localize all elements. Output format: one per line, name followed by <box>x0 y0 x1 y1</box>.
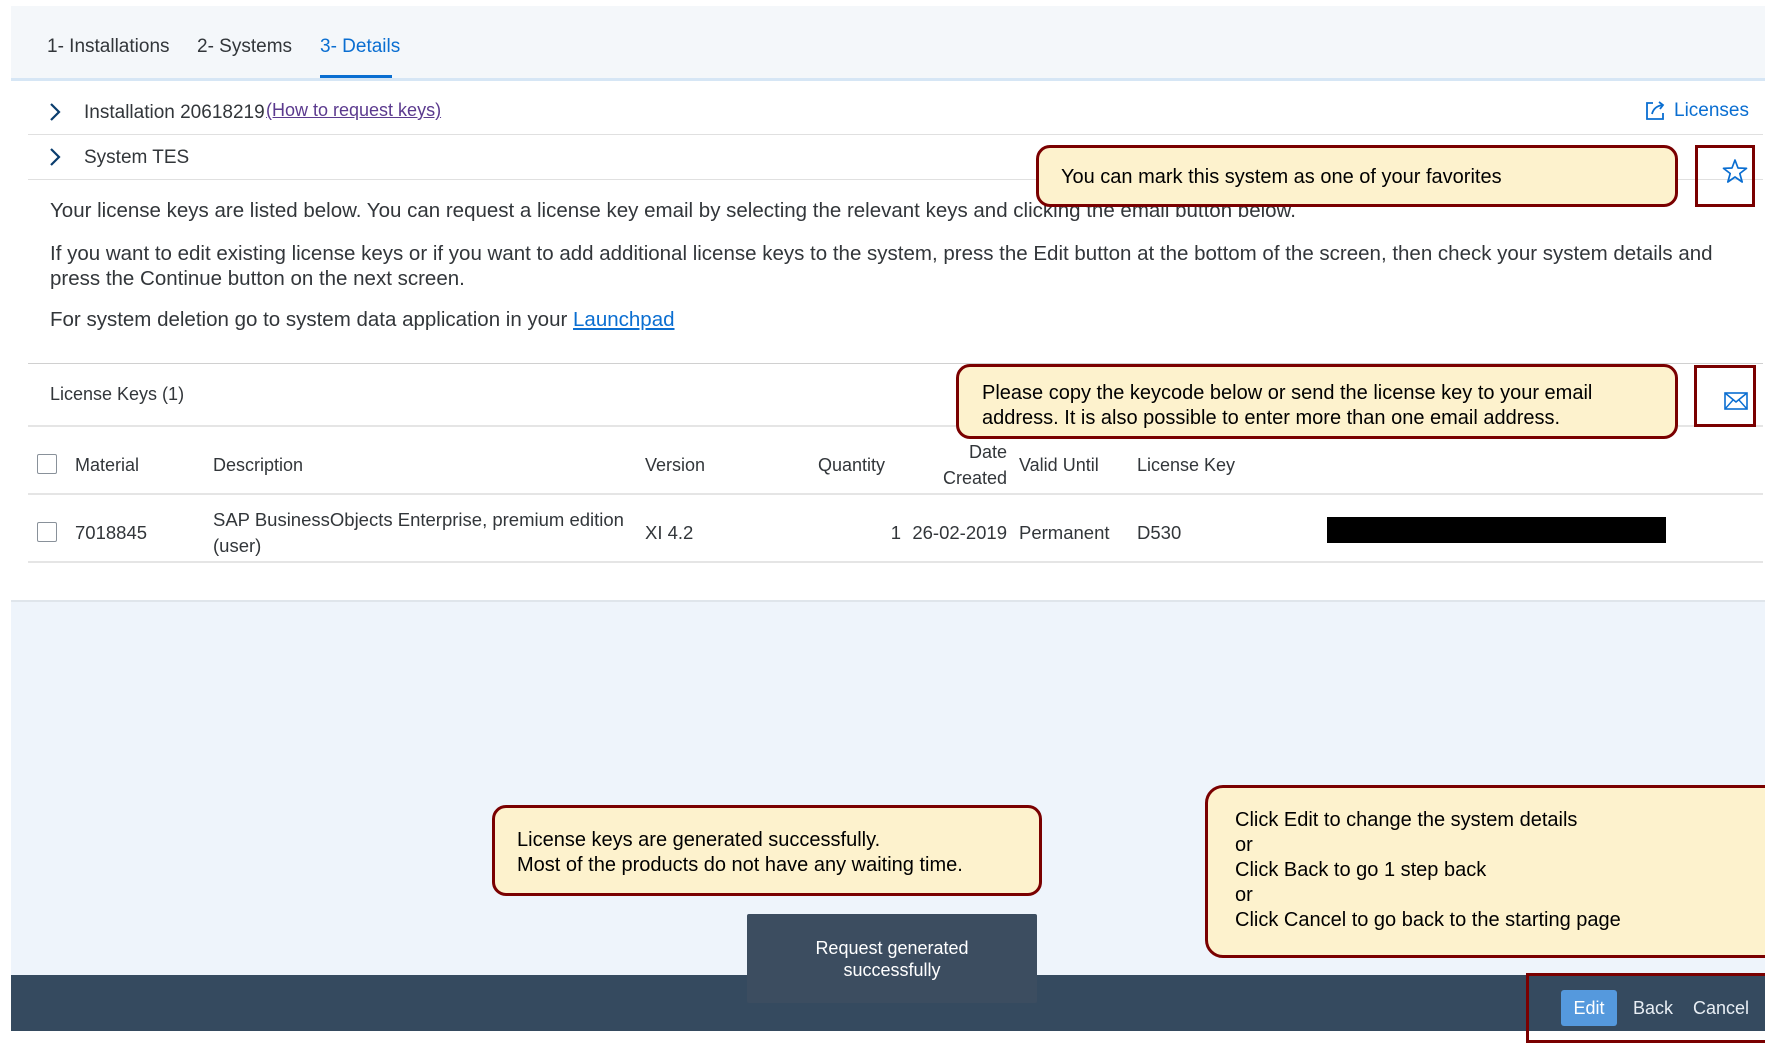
callout-favorites: You can mark this system as one of your … <box>1036 145 1678 207</box>
divider <box>28 493 1763 495</box>
tab-details[interactable]: 3- Details <box>320 36 400 58</box>
callout-navigation: Click Edit to change the system details … <box>1205 785 1765 958</box>
redaction-bar <box>1327 517 1666 543</box>
highlight-frame-favorite <box>1695 145 1755 207</box>
toast-text: Request generated successfully <box>815 937 969 980</box>
how-to-request-keys-link[interactable]: (How to request keys) <box>266 100 441 121</box>
tab-bar: 1- Installations 2- Systems 3- Details <box>11 6 1765 81</box>
divider <box>28 561 1763 563</box>
tab-installations[interactable]: 1- Installations <box>47 36 170 58</box>
chevron-right-icon[interactable] <box>45 147 65 167</box>
cell-date-created: 26-02-2019 <box>912 522 1007 543</box>
column-header-material: Material <box>75 455 140 475</box>
column-header-date-created-1: Date <box>968 442 1007 462</box>
license-keys-title: License Keys (1) <box>50 384 185 404</box>
column-header-description: Description <box>213 455 304 475</box>
chevron-right-icon[interactable] <box>45 102 65 122</box>
highlight-frame-email <box>1694 365 1756 427</box>
column-header-date-created-2: Created <box>942 468 1007 488</box>
info-text-3: For system deletion go to system data ap… <box>50 307 1750 332</box>
installation-title: Installation 20618219 <box>84 102 265 123</box>
licenses-link[interactable]: Licenses <box>1644 100 1749 122</box>
installation-header[interactable]: Installation 20618219 (How to request ke… <box>28 90 1763 135</box>
toast-message: Request generated successfully <box>747 914 1037 1003</box>
licenses-link-label: Licenses <box>1674 100 1749 121</box>
info-text-2: If you want to edit existing license key… <box>50 242 1713 290</box>
info-text-3-prefix: For system deletion go to system data ap… <box>50 308 568 331</box>
select-all-checkbox[interactable] <box>37 454 57 474</box>
system-title: System TES <box>84 147 190 168</box>
cell-version: XI 4.2 <box>645 522 694 543</box>
column-header-valid-until: Valid Until <box>1019 455 1099 475</box>
cell-description-line1: SAP BusinessObjects Enterprise, premium … <box>213 509 624 530</box>
callout-email: Please copy the keycode below or send th… <box>956 364 1678 439</box>
highlight-frame-footer-buttons <box>1526 973 1765 1043</box>
cell-valid-until: Permanent <box>1019 522 1110 543</box>
cell-quantity: 1 <box>890 522 901 543</box>
column-header-license-key: License Key <box>1137 455 1236 475</box>
cell-license-key[interactable]: D530 <box>1137 522 1181 544</box>
cell-description-line2: (user) <box>213 535 262 556</box>
column-header-quantity: Quantity <box>818 455 886 475</box>
external-link-icon <box>1646 101 1665 120</box>
tab-systems[interactable]: 2- Systems <box>197 36 292 58</box>
tab-active-indicator <box>320 75 392 78</box>
row-checkbox[interactable] <box>37 522 57 542</box>
launchpad-link[interactable]: Launchpad <box>573 308 674 331</box>
panel-bottom-border <box>11 600 1765 602</box>
column-header-version: Version <box>645 455 706 475</box>
callout-generated: License keys are generated successfully.… <box>492 805 1042 896</box>
cell-material: 7018845 <box>75 522 148 543</box>
